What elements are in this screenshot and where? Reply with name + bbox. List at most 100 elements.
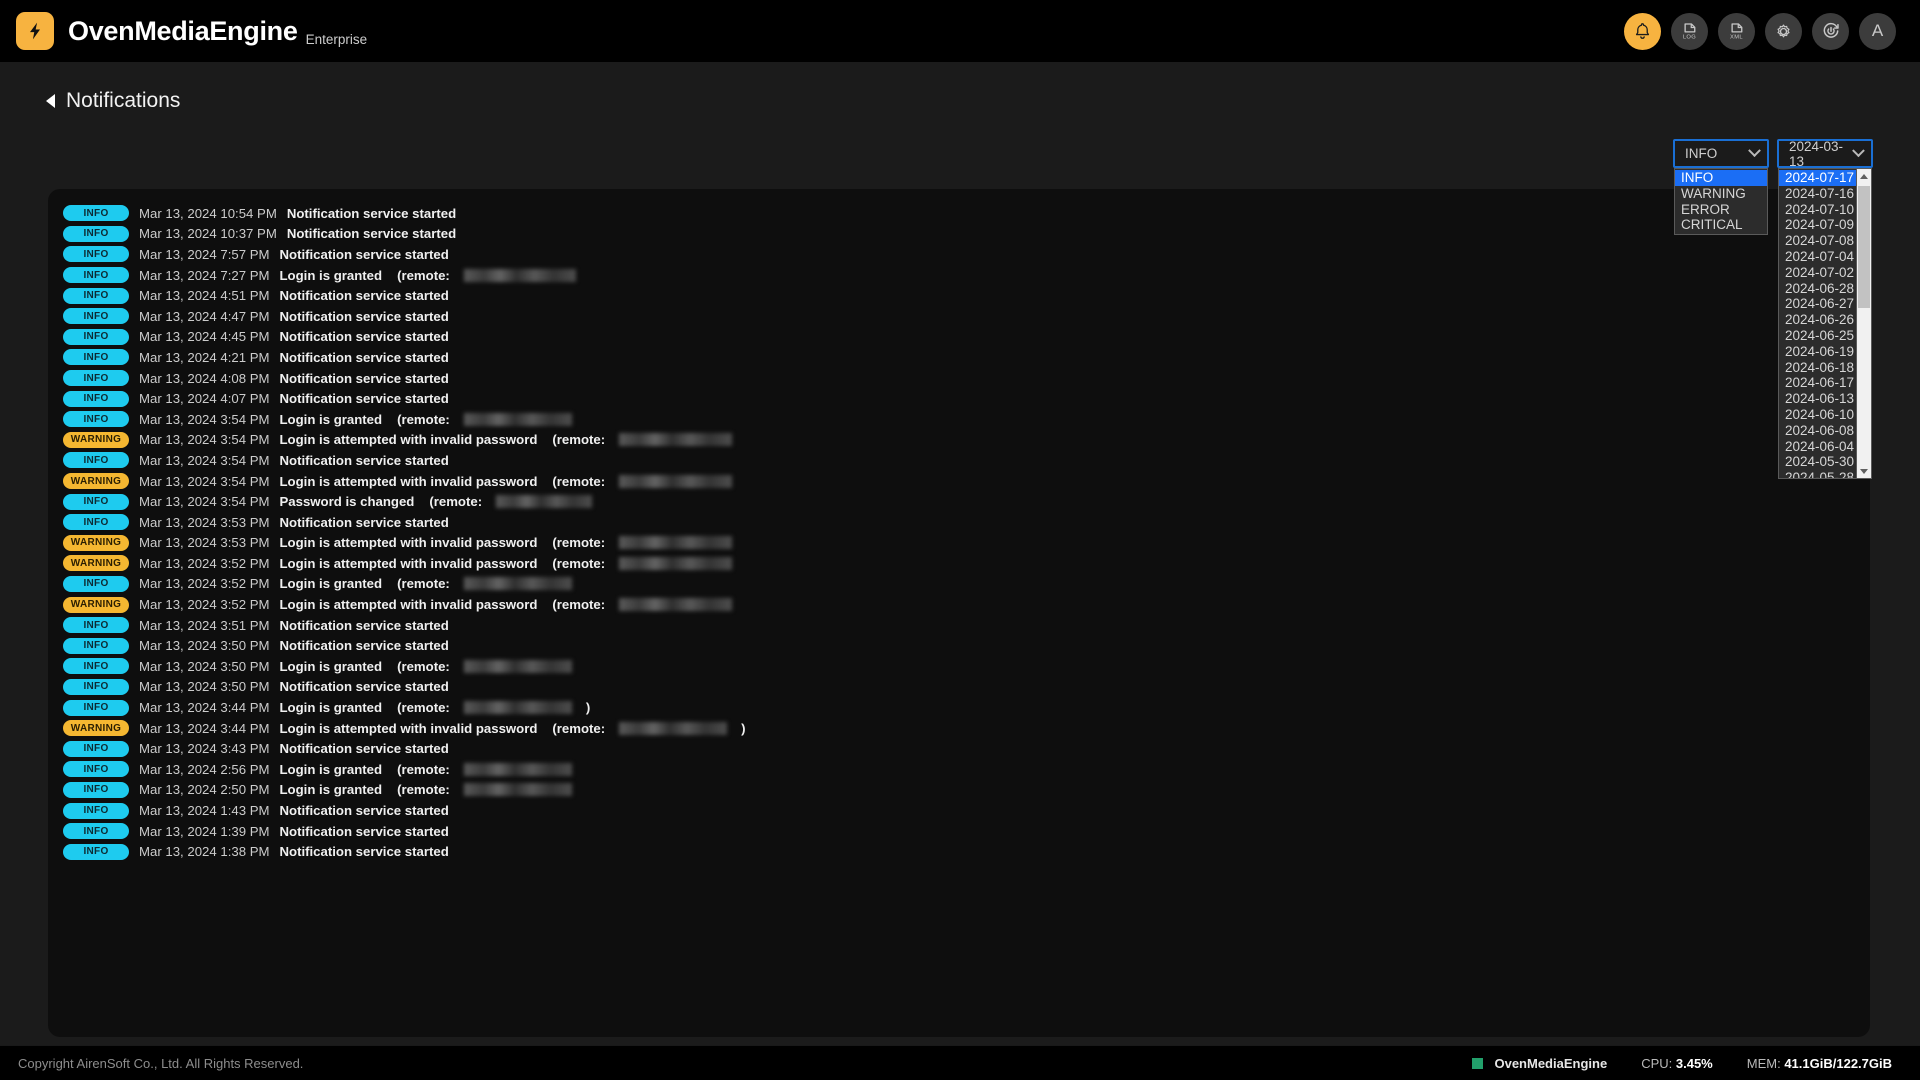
- date-option-2024-06-19[interactable]: 2024-06-19: [1779, 344, 1856, 360]
- notification-row[interactable]: INFO Mar 13, 2024 7:57 PM Notification ser…: [48, 244, 1870, 265]
- notification-row[interactable]: WARNING Mar 13, 2024 3:54 PM Login is atte…: [48, 430, 1870, 451]
- notification-timestamp: Mar 13, 2024 3:54 PM: [139, 473, 270, 489]
- settings-button[interactable]: [1765, 12, 1802, 50]
- date-option-2024-06-18[interactable]: 2024-06-18: [1779, 360, 1856, 376]
- date-option-2024-06-28[interactable]: 2024-06-28: [1779, 281, 1856, 297]
- cpu-value: 3.45%: [1675, 1055, 1713, 1071]
- date-option-2024-07-04[interactable]: 2024-07-04: [1779, 249, 1856, 265]
- notification-row[interactable]: INFO Mar 13, 2024 1:39 PM Notification ser…: [48, 821, 1870, 842]
- date-option-2024-06-13[interactable]: 2024-06-13: [1779, 391, 1856, 407]
- notification-row[interactable]: INFO Mar 13, 2024 7:27 PM Login is granted…: [48, 265, 1870, 286]
- date-filter-select[interactable]: 2024-03-13: [1777, 139, 1873, 169]
- notification-row[interactable]: INFO Mar 13, 2024 3:54 PM Login is granted…: [48, 409, 1870, 430]
- date-option-2024-06-17[interactable]: 2024-06-17: [1779, 375, 1856, 391]
- notification-timestamp: Mar 13, 2024 4:21 PM: [139, 349, 270, 365]
- notification-row[interactable]: INFO Mar 13, 2024 2:50 PM Login is granted…: [48, 780, 1870, 801]
- notification-row[interactable]: INFO Mar 13, 2024 4:51 PM Notification ser…: [48, 285, 1870, 306]
- date-option-2024-06-08[interactable]: 2024-06-08: [1779, 423, 1856, 439]
- level-badge: INFO: [63, 699, 129, 716]
- scrollbar-track[interactable]: [1857, 183, 1871, 464]
- app-header: OvenMediaEngine Enterprise LOG XML A: [0, 0, 1920, 62]
- notification-row[interactable]: INFO Mar 13, 2024 10:37 PM Notification se…: [48, 224, 1870, 245]
- notification-row[interactable]: INFO Mar 13, 2024 4:47 PM Notification ser…: [48, 306, 1870, 327]
- notification-row[interactable]: INFO Mar 13, 2024 1:43 PM Notification ser…: [48, 800, 1870, 821]
- notification-row[interactable]: INFO Mar 13, 2024 3:51 PM Notification ser…: [48, 615, 1870, 636]
- notification-row[interactable]: INFO Mar 13, 2024 3:50 PM Login is granted…: [48, 656, 1870, 677]
- notification-row[interactable]: INFO Mar 13, 2024 3:53 PM Notification ser…: [48, 512, 1870, 533]
- notification-row[interactable]: WARNING Mar 13, 2024 3:52 PM Login is atte…: [48, 553, 1870, 574]
- notification-row[interactable]: INFO Mar 13, 2024 3:54 PM Password is chan…: [48, 491, 1870, 512]
- notification-row[interactable]: INFO Mar 13, 2024 4:08 PM Notification ser…: [48, 368, 1870, 389]
- notification-row[interactable]: WARNING Mar 13, 2024 3:44 PM Login is atte…: [48, 718, 1870, 739]
- account-button[interactable]: A: [1859, 12, 1896, 50]
- redacted-ip-address: [463, 783, 572, 797]
- restart-button[interactable]: [1812, 12, 1849, 50]
- notification-row[interactable]: INFO Mar 13, 2024 4:07 PM Notification ser…: [48, 388, 1870, 409]
- scroll-up-arrow-icon[interactable]: [1857, 169, 1871, 183]
- bell-icon: [1635, 22, 1650, 39]
- notification-row[interactable]: INFO Mar 13, 2024 2:56 PM Login is granted…: [48, 759, 1870, 780]
- notification-message: Notification service started: [279, 329, 449, 345]
- notification-row[interactable]: WARNING Mar 13, 2024 3:53 PM Login is atte…: [48, 533, 1870, 554]
- level-option-warning[interactable]: WARNING: [1675, 186, 1767, 202]
- notification-row[interactable]: WARNING Mar 13, 2024 3:54 PM Login is atte…: [48, 471, 1870, 492]
- xml-button[interactable]: XML: [1718, 12, 1755, 50]
- notification-row[interactable]: INFO Mar 13, 2024 3:50 PM Notification ser…: [48, 635, 1870, 656]
- level-option-info[interactable]: INFO: [1675, 170, 1767, 186]
- scroll-down-arrow-icon[interactable]: [1857, 464, 1871, 478]
- date-option-2024-07-10[interactable]: 2024-07-10: [1779, 202, 1856, 218]
- notification-remote-label: (remote:: [552, 555, 606, 571]
- date-dropdown-scrollbar[interactable]: [1856, 169, 1871, 478]
- notification-remote-label: (remote:: [552, 473, 606, 489]
- level-filter-dropdown[interactable]: INFO WARNING ERROR CRITICAL: [1674, 168, 1768, 236]
- notification-timestamp: Mar 13, 2024 3:54 PM: [139, 452, 270, 468]
- date-option-2024-06-26[interactable]: 2024-06-26: [1779, 312, 1856, 328]
- level-option-critical[interactable]: CRITICAL: [1675, 217, 1767, 233]
- notification-row[interactable]: INFO Mar 13, 2024 3:54 PM Notification ser…: [48, 450, 1870, 471]
- gear-icon: [1777, 24, 1790, 37]
- level-option-error[interactable]: ERROR: [1675, 202, 1767, 218]
- date-option-2024-05-30[interactable]: 2024-05-30: [1779, 454, 1856, 470]
- date-filter-dropdown[interactable]: 2024-07-17 2024-07-16 2024-07-10 2024-07-09…: [1778, 168, 1872, 479]
- date-option-2024-06-04[interactable]: 2024-06-04: [1779, 439, 1856, 455]
- log-button[interactable]: LOG: [1671, 12, 1708, 50]
- notification-remote-close-paren: ): [741, 720, 746, 736]
- notification-timestamp: Mar 13, 2024 7:57 PM: [139, 246, 270, 262]
- date-option-2024-07-17[interactable]: 2024-07-17: [1779, 170, 1856, 186]
- notification-row[interactable]: WARNING Mar 13, 2024 3:52 PM Login is atte…: [48, 594, 1870, 615]
- notification-row[interactable]: INFO Mar 13, 2024 3:50 PM Notification ser…: [48, 677, 1870, 698]
- notification-row[interactable]: INFO Mar 13, 2024 3:52 PM Login is granted…: [48, 574, 1870, 595]
- date-option-2024-07-16[interactable]: 2024-07-16: [1779, 186, 1856, 202]
- notification-row[interactable]: INFO Mar 13, 2024 10:54 PM Notification se…: [48, 203, 1870, 224]
- brand-block[interactable]: OvenMediaEngine Enterprise: [16, 12, 367, 50]
- level-badge: INFO: [63, 287, 129, 304]
- notification-row[interactable]: INFO Mar 13, 2024 1:38 PM Notification ser…: [48, 841, 1870, 862]
- level-badge: INFO: [63, 390, 129, 407]
- date-option-2024-06-27[interactable]: 2024-06-27: [1779, 296, 1856, 312]
- scrollbar-thumb[interactable]: [1858, 186, 1870, 308]
- level-badge: INFO: [63, 575, 129, 592]
- notification-row[interactable]: INFO Mar 13, 2024 3:44 PM Login is granted…: [48, 697, 1870, 718]
- notification-message: Notification service started: [279, 741, 449, 757]
- notification-row[interactable]: INFO Mar 13, 2024 4:45 PM Notification ser…: [48, 327, 1870, 348]
- date-option-2024-07-09[interactable]: 2024-07-09: [1779, 217, 1856, 233]
- notification-row[interactable]: INFO Mar 13, 2024 3:43 PM Notification ser…: [48, 738, 1870, 759]
- notification-row[interactable]: INFO Mar 13, 2024 4:21 PM Notification ser…: [48, 347, 1870, 368]
- log-file-icon: LOG: [1683, 22, 1696, 40]
- brand-edition: Enterprise: [305, 31, 368, 47]
- date-option-list[interactable]: 2024-07-17 2024-07-16 2024-07-10 2024-07-09…: [1779, 169, 1856, 478]
- notification-list: INFO Mar 13, 2024 10:54 PM Notification se…: [48, 203, 1870, 862]
- back-arrow-icon[interactable]: [46, 93, 55, 108]
- notification-timestamp: Mar 13, 2024 3:43 PM: [139, 741, 270, 757]
- notification-message: Login is granted: [279, 761, 383, 777]
- date-option-2024-06-10[interactable]: 2024-06-10: [1779, 407, 1856, 423]
- date-option-2024-07-02[interactable]: 2024-07-02: [1779, 265, 1856, 281]
- date-option-2024-06-25[interactable]: 2024-06-25: [1779, 328, 1856, 344]
- redacted-ip-address: [463, 577, 572, 591]
- notification-timestamp: Mar 13, 2024 7:27 PM: [139, 267, 270, 283]
- page-title: Notifications: [66, 88, 181, 112]
- notifications-button[interactable]: [1624, 12, 1661, 50]
- date-option-2024-05-28[interactable]: 2024-05-28: [1779, 470, 1856, 478]
- date-option-2024-07-08[interactable]: 2024-07-08: [1779, 233, 1856, 249]
- level-filter-select[interactable]: INFO: [1673, 139, 1769, 168]
